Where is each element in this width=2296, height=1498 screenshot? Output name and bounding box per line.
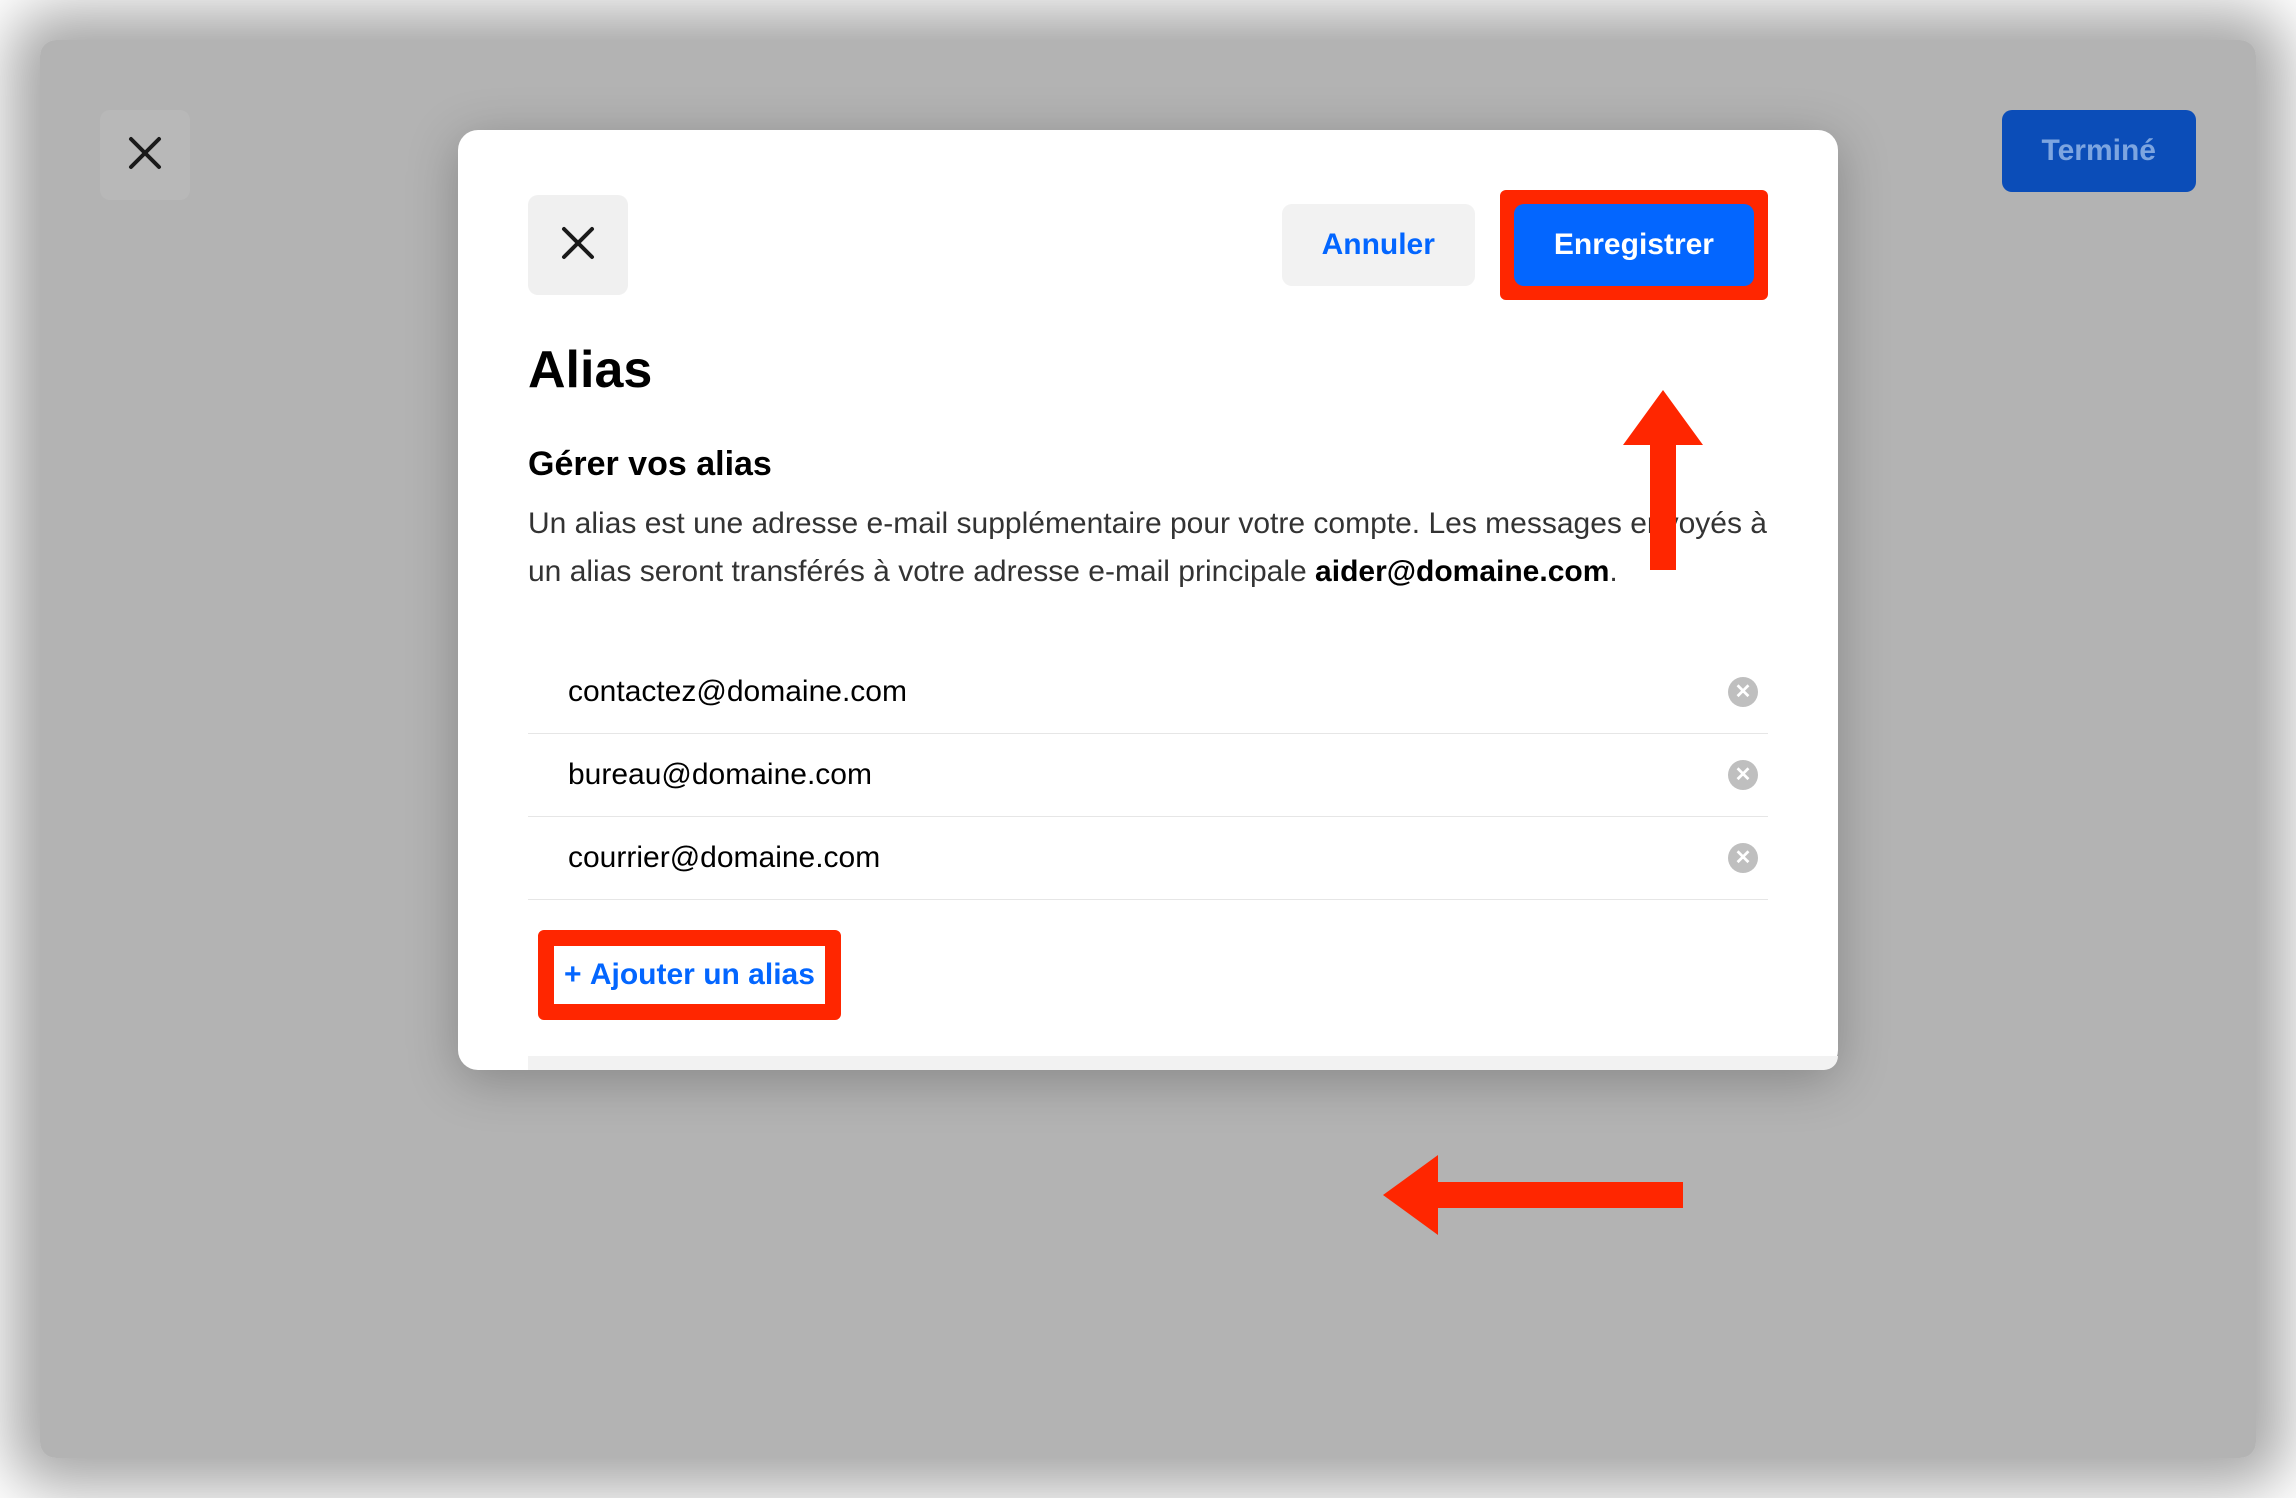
description-period: . — [1609, 555, 1617, 588]
annotation-arrow-left — [1383, 1150, 1683, 1245]
scrollbar-track — [528, 1056, 1838, 1070]
close-icon — [560, 218, 596, 272]
add-alias-row: + Ajouter un alias — [528, 930, 1768, 1020]
delete-alias-button[interactable]: ✕ — [1728, 843, 1758, 873]
description-text: Un alias est une adresse e-mail suppléme… — [528, 500, 1768, 596]
description-email: aider@domaine.com — [1315, 555, 1609, 588]
alias-row: bureau@domaine.com ✕ — [528, 734, 1768, 817]
annotation-highlight-save: Enregistrer — [1500, 190, 1768, 300]
save-button[interactable]: Enregistrer — [1514, 204, 1754, 286]
alias-list: contactez@domaine.com ✕ bureau@domaine.c… — [528, 651, 1768, 900]
save-button-label: Enregistrer — [1554, 228, 1714, 261]
modal-title: Alias — [528, 340, 1768, 400]
modal-close-button[interactable] — [528, 195, 628, 295]
annotation-arrow-up — [1618, 390, 1708, 570]
alias-row: courrier@domaine.com ✕ — [528, 817, 1768, 900]
alias-email: contactez@domaine.com — [568, 675, 907, 709]
annotation-highlight-add: + Ajouter un alias — [538, 930, 841, 1020]
cancel-button-label: Annuler — [1322, 228, 1435, 261]
add-alias-button[interactable]: + Ajouter un alias — [564, 958, 815, 992]
cancel-button[interactable]: Annuler — [1282, 204, 1475, 286]
app-window: Terminé Annuler Enregistrer — [40, 40, 2256, 1458]
section-title: Gérer vos alias — [528, 445, 1768, 484]
alias-email: courrier@domaine.com — [568, 841, 880, 875]
close-circle-icon: ✕ — [1735, 682, 1752, 702]
modal-header-actions: Annuler Enregistrer — [1282, 190, 1768, 300]
alias-modal: Annuler Enregistrer Alias Gérer vos alia… — [458, 130, 1838, 1070]
add-alias-label: Ajouter un alias — [590, 958, 815, 991]
alias-row: contactez@domaine.com ✕ — [528, 651, 1768, 734]
modal-header: Annuler Enregistrer — [528, 190, 1768, 300]
alias-email: bureau@domaine.com — [568, 758, 872, 792]
done-button-label: Terminé — [2042, 134, 2156, 167]
close-button[interactable] — [100, 110, 190, 200]
plus-icon: + — [564, 958, 590, 991]
delete-alias-button[interactable]: ✕ — [1728, 677, 1758, 707]
close-circle-icon: ✕ — [1735, 765, 1752, 785]
done-button[interactable]: Terminé — [2002, 110, 2196, 192]
close-circle-icon: ✕ — [1735, 848, 1752, 868]
delete-alias-button[interactable]: ✕ — [1728, 760, 1758, 790]
close-icon — [127, 128, 163, 182]
